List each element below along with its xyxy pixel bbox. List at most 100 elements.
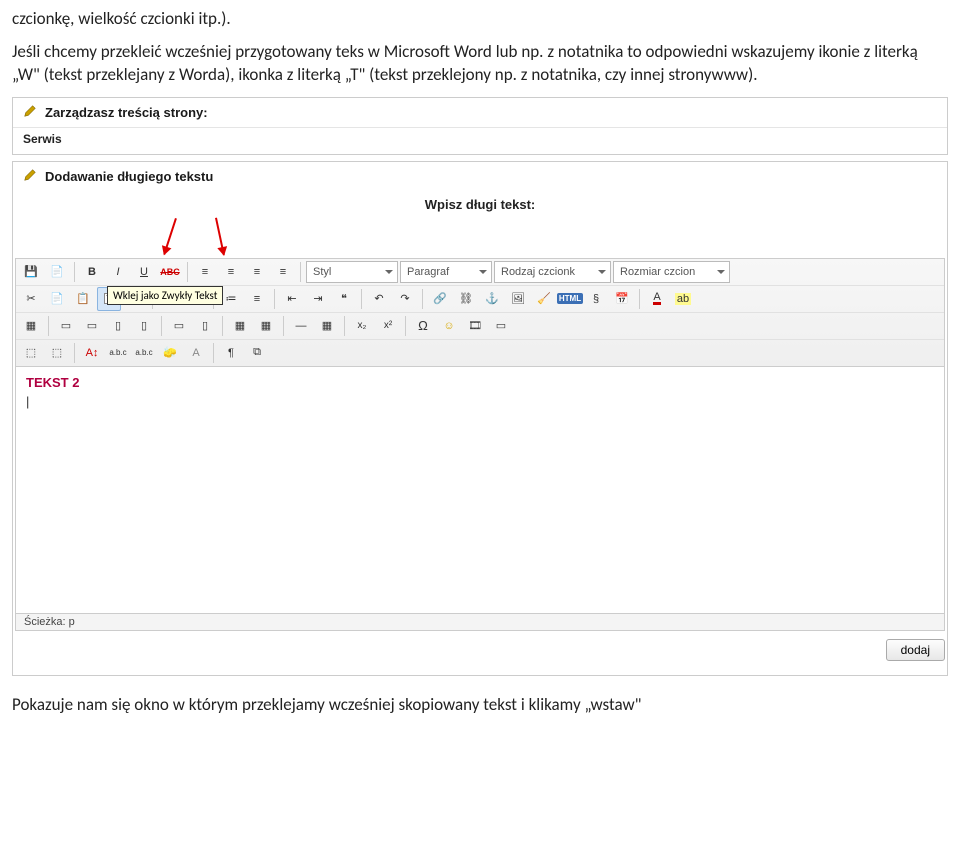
pencil-icon (23, 168, 37, 185)
image-icon[interactable]: 🖼 (506, 287, 530, 311)
separator (405, 316, 406, 336)
panel-manage-content: Zarządzasz treścią strony: Serwis (12, 97, 948, 155)
blockquote-icon[interactable]: ❝ (332, 287, 356, 311)
separator (274, 289, 275, 309)
separator (422, 289, 423, 309)
service-label: Serwis (23, 132, 62, 146)
paste-icon[interactable]: 📋 (71, 287, 95, 311)
separator (639, 289, 640, 309)
split-cells-icon[interactable]: ▦ (254, 314, 278, 338)
editor-wrap: Wpisz długi tekst: 💾 📄 B I U ABC ≡ ≡ (13, 191, 947, 671)
pencil-icon (23, 104, 37, 121)
panel-title-2: Dodawanie długiego tekstu (45, 169, 213, 184)
abbr-icon[interactable]: a.b.c (106, 341, 130, 365)
save-icon[interactable]: 💾 (19, 260, 43, 284)
bold-icon[interactable]: B (80, 260, 104, 284)
table-delete-row-icon[interactable]: ▭ (167, 314, 191, 338)
table-col-after-icon[interactable]: ▯ (132, 314, 156, 338)
doc-paragraph-1: czcionkę, wielkość czcionki itp.). (12, 8, 948, 31)
indent-icon[interactable]: ⇥ (306, 287, 330, 311)
panel-body: Serwis (13, 128, 947, 154)
paragraph-dropdown[interactable]: Paragraf (400, 261, 492, 283)
new-icon[interactable]: 📄 (45, 260, 69, 284)
insert-date-icon[interactable]: 📅 (610, 287, 634, 311)
special-char-icon[interactable]: § (584, 287, 608, 311)
separator (361, 289, 362, 309)
superscript-icon[interactable]: x² (376, 314, 400, 338)
add-button[interactable]: dodaj (886, 639, 945, 661)
separator (300, 262, 301, 282)
font-family-dropdown[interactable]: Rodzaj czcionk (494, 261, 611, 283)
align-center-icon[interactable]: ≡ (219, 260, 243, 284)
align-right-icon[interactable]: ≡ (245, 260, 269, 284)
merge-cells-icon[interactable]: ▦ (228, 314, 252, 338)
undo-icon[interactable]: ↶ (367, 287, 391, 311)
page-break-icon[interactable]: ▭ (489, 314, 513, 338)
separator (344, 316, 345, 336)
panel-title: Zarządzasz treścią strony: (45, 105, 208, 120)
editor-field-label: Wpisz długi tekst: (15, 193, 945, 218)
attributes-icon[interactable]: A (184, 341, 208, 365)
separator (283, 316, 284, 336)
table-row-after-icon[interactable]: ▭ (80, 314, 104, 338)
copy-icon[interactable]: 📄 (45, 287, 69, 311)
separator (187, 262, 188, 282)
layer-icon[interactable]: ⬚ (19, 341, 43, 365)
font-color-icon[interactable]: A (645, 287, 669, 311)
separator (74, 262, 75, 282)
editor-toolbar: 💾 📄 B I U ABC ≡ ≡ ≡ ≡ Styl Paragraf Rodz… (15, 258, 945, 367)
toolbar-row-3: ▦ ▭ ▭ ▯ ▯ ▭ ▯ ▦ ▦ — ▦ x₂ (16, 313, 944, 340)
media-icon[interactable]: 🎞 (463, 314, 487, 338)
link-icon[interactable]: 🔗 (428, 287, 452, 311)
italic-icon[interactable]: I (106, 260, 130, 284)
annotation-arrows (15, 218, 945, 258)
toolbar-row-1: 💾 📄 B I U ABC ≡ ≡ ≡ ≡ Styl Paragraf Rodz… (16, 259, 944, 286)
separator (161, 316, 162, 336)
doc-paragraph-3: Pokazuje nam się okno w którym przekleja… (12, 694, 948, 717)
align-justify-icon[interactable]: ≡ (271, 260, 295, 284)
layer-forward-icon[interactable]: ⬚ (45, 341, 69, 365)
outdent-icon[interactable]: ⇤ (280, 287, 304, 311)
style-dropdown[interactable]: Styl (306, 261, 398, 283)
acronym-icon[interactable]: a.b.c (132, 341, 156, 365)
background-color-icon[interactable]: ab (671, 287, 695, 311)
font-size-dropdown[interactable]: Rozmiar czcion (613, 261, 730, 283)
separator (213, 343, 214, 363)
table-row-before-icon[interactable]: ▭ (54, 314, 78, 338)
cleanup-icon[interactable]: 🧹 (532, 287, 556, 311)
separator (222, 316, 223, 336)
numbered-list-icon[interactable]: ≡ (245, 287, 269, 311)
align-left-icon[interactable]: ≡ (193, 260, 217, 284)
paste-as-text-tooltip: Wklej jako Zwykły Tekst (107, 286, 223, 305)
editor-content-area[interactable]: TEKST 2 | (15, 367, 945, 614)
unlink-icon[interactable]: ⛓ (454, 287, 478, 311)
table-col-before-icon[interactable]: ▯ (106, 314, 130, 338)
eraser-icon[interactable]: 🧽 (158, 341, 182, 365)
panel-add-long-text: Dodawanie długiego tekstu Wpisz długi te… (12, 161, 948, 676)
underline-icon[interactable]: U (132, 260, 156, 284)
insert-symbol-icon[interactable]: Ω (411, 314, 435, 338)
doc-paragraph-2: Jeśli chcemy przekleić wcześniej przygot… (12, 41, 948, 87)
horizontal-rule-icon[interactable]: — (289, 314, 313, 338)
insert-table-icon[interactable]: ▦ (19, 314, 43, 338)
font-size-icon[interactable]: A↕ (80, 341, 104, 365)
separator (74, 343, 75, 363)
subscript-icon[interactable]: x₂ (350, 314, 374, 338)
editor-content-line-1: TEKST 2 (26, 375, 934, 390)
fullscreen-icon[interactable]: ⧉ (245, 341, 269, 365)
editor-content-cursor: | (26, 394, 934, 409)
table-delete-col-icon[interactable]: ▯ (193, 314, 217, 338)
panel-header: Zarządzasz treścią strony: (13, 98, 947, 128)
redo-icon[interactable]: ↷ (393, 287, 417, 311)
toolbar-row-4: ⬚ ⬚ A↕ a.b.c a.b.c 🧽 A ¶ ⧉ (16, 340, 944, 366)
remove-format-icon[interactable]: ▦ (315, 314, 339, 338)
anchor-icon[interactable]: ⚓ (480, 287, 504, 311)
edit-html-icon[interactable]: HTML (558, 287, 582, 311)
strikethrough-icon[interactable]: ABC (158, 260, 182, 284)
editor-status-bar: Ścieżka: p (15, 614, 945, 631)
cut-icon[interactable]: ✂ (19, 287, 43, 311)
show-blocks-icon[interactable]: ¶ (219, 341, 243, 365)
submit-row: dodaj (15, 631, 945, 669)
emoticon-icon[interactable]: ☺ (437, 314, 461, 338)
arrow-to-paste-word-icon (215, 217, 225, 255)
